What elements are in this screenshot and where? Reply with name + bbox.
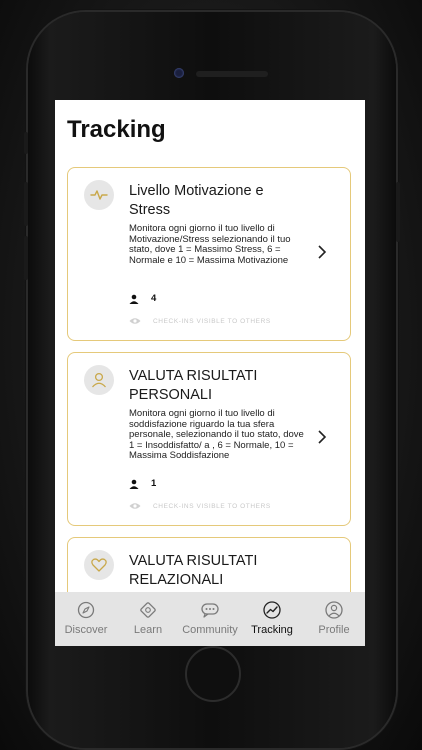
tab-bar: Discover Learn Community Tracking Profil… (55, 592, 365, 646)
earpiece-speaker (196, 71, 268, 77)
tracker-card-motivation[interactable]: Livello Motivazione e Stress Monitora og… (67, 167, 351, 341)
chat-bubble-icon (201, 603, 219, 618)
learn-icon (140, 602, 156, 618)
card-title: Livello Motivazione e Stress (129, 183, 264, 218)
chevron-right-icon[interactable] (314, 244, 330, 260)
tab-tracking[interactable]: Tracking (241, 592, 303, 646)
card-title: VALUTA RISULTATI PERSONALI (129, 368, 258, 403)
tab-label: Profile (318, 624, 350, 636)
tracker-card-personal[interactable]: VALUTA RISULTATI PERSONALI Monitora ogni… (67, 352, 351, 526)
participant-count-value: 4 (151, 293, 157, 304)
page-title: Tracking (67, 116, 166, 143)
tab-learn[interactable]: Learn (117, 592, 179, 646)
eye-icon (129, 503, 141, 509)
card-title: VALUTA RISULTATI RELAZIONALI (129, 553, 258, 588)
person-icon (129, 294, 139, 304)
profile-icon (325, 601, 343, 619)
person-icon (84, 365, 114, 395)
eye-icon (129, 318, 141, 324)
heart-icon (84, 550, 114, 580)
person-icon (129, 479, 139, 489)
tab-profile[interactable]: Profile (303, 592, 365, 646)
card-description: Monitora ogni giorno il tuo livello di s… (129, 408, 304, 461)
participant-count-value: 1 (151, 478, 157, 489)
power-button (396, 182, 400, 242)
front-camera (174, 68, 184, 78)
pulse-icon (84, 180, 114, 210)
participant-count: 1 (129, 478, 156, 489)
tab-label: Tracking (251, 624, 293, 636)
tab-discover[interactable]: Discover (55, 592, 117, 646)
visibility-label: CHECK-INS VISIBLE TO OTHERS (153, 317, 271, 325)
mute-switch (24, 132, 28, 154)
compass-icon (77, 601, 95, 619)
trend-icon (263, 601, 281, 619)
chevron-right-icon[interactable] (314, 429, 330, 445)
volume-down-button (24, 236, 28, 280)
app-screen: Tracking Livello Motivazione e Stress Mo… (55, 100, 365, 646)
tab-label: Discover (64, 624, 108, 636)
visibility-label: CHECK-INS VISIBLE TO OTHERS (153, 502, 271, 510)
tab-label: Learn (133, 624, 163, 636)
participant-count: 4 (129, 293, 156, 304)
tab-community[interactable]: Community (179, 592, 241, 646)
home-button (185, 646, 241, 702)
tab-label: Community (182, 624, 238, 636)
visibility-row: CHECK-INS VISIBLE TO OTHERS (129, 317, 271, 325)
volume-up-button (24, 182, 28, 226)
visibility-row: CHECK-INS VISIBLE TO OTHERS (129, 502, 271, 510)
card-description: Monitora ogni giorno il tuo livello di M… (129, 223, 291, 266)
